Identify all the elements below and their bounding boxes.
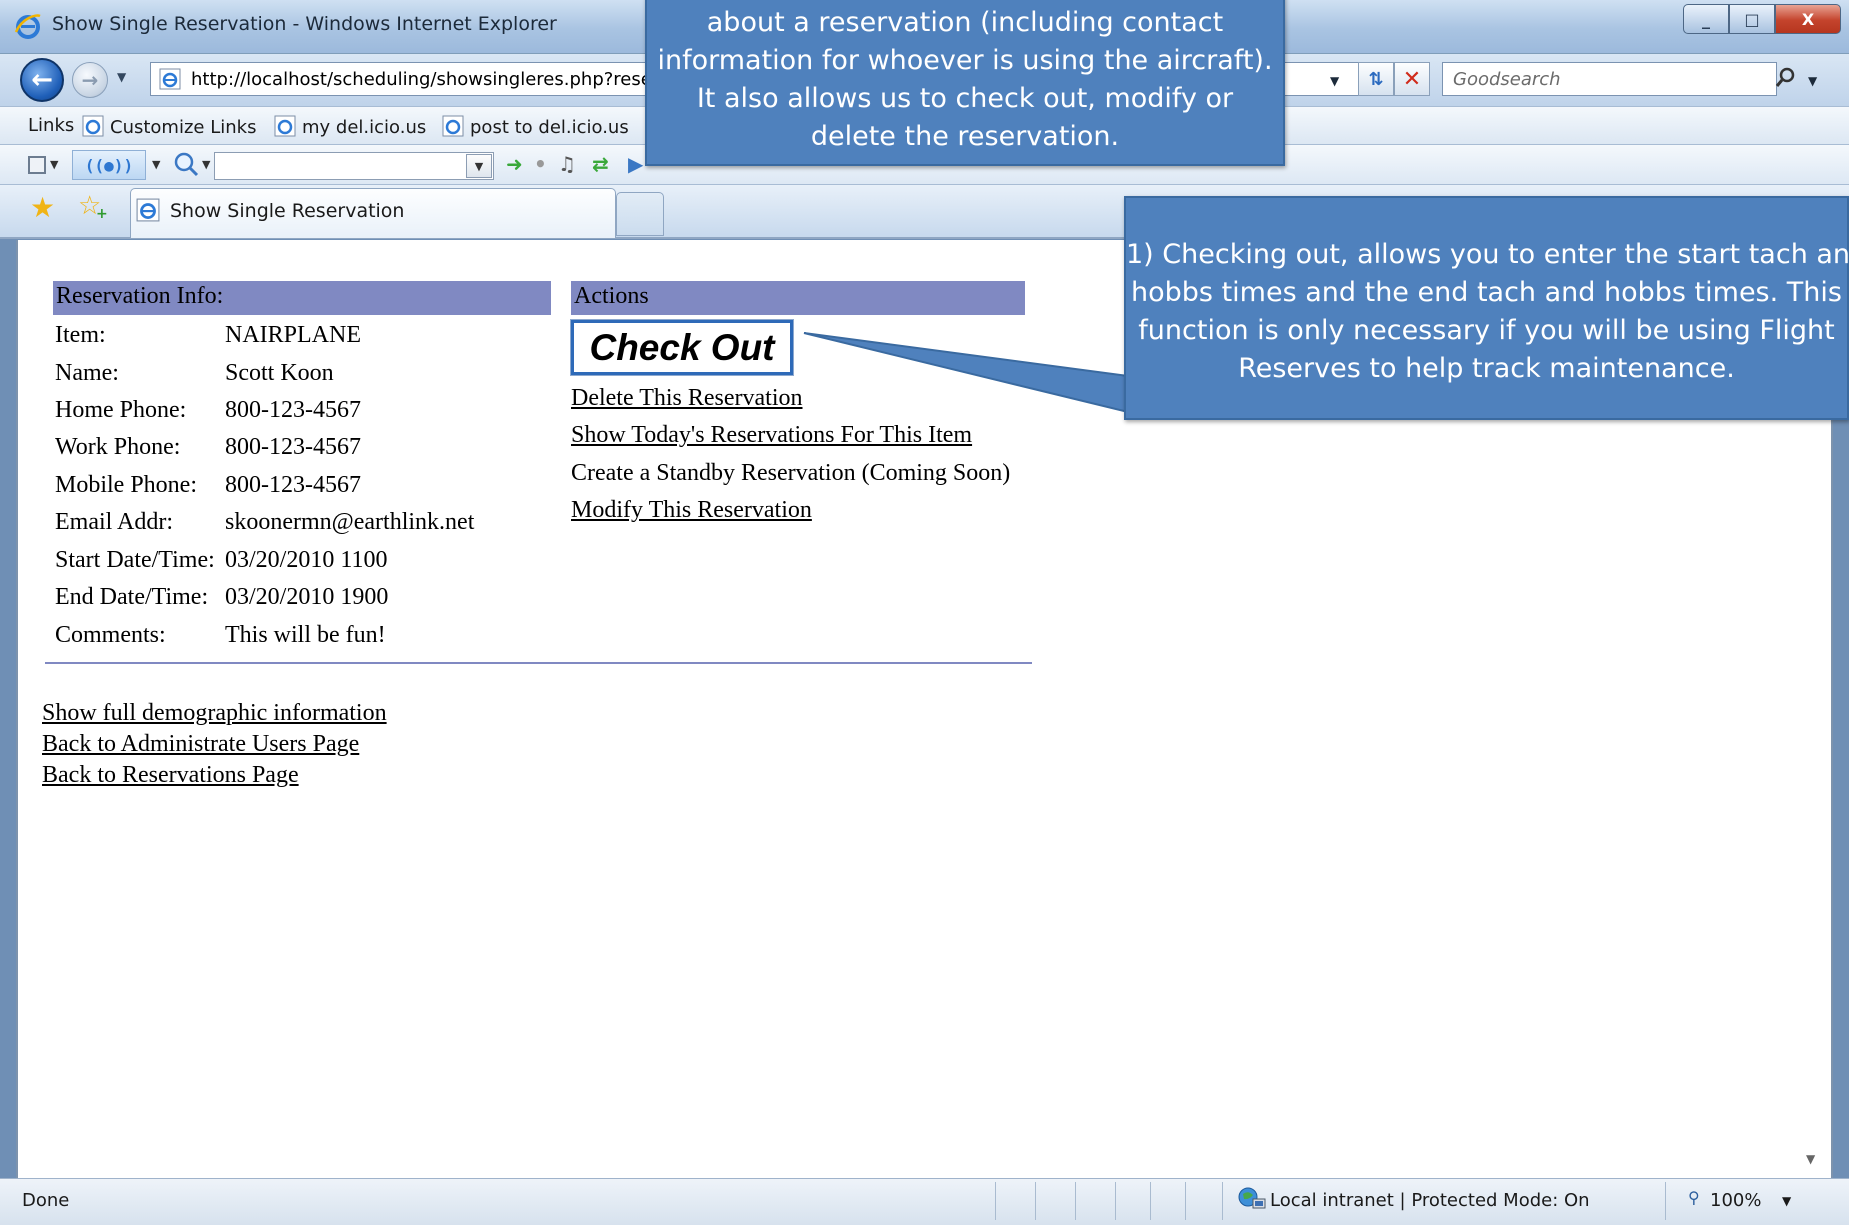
grid-dropdown-icon[interactable]: ▼ bbox=[50, 158, 58, 171]
search-options-dropdown-icon[interactable]: ▼ bbox=[1808, 74, 1817, 88]
toolbar-combo-input[interactable] bbox=[214, 152, 494, 180]
grid-icon[interactable] bbox=[28, 156, 46, 174]
callout-right-annotation: 1) Checking out, allows you to enter the… bbox=[1124, 196, 1849, 420]
radio-toolbar-button[interactable]: ((●)) bbox=[72, 150, 146, 180]
field-label-work-phone: Work Phone: bbox=[55, 434, 181, 460]
ie-logo-icon bbox=[14, 14, 41, 39]
delete-reservation-link[interactable]: Delete This Reservation bbox=[571, 385, 803, 412]
link-my-delicious[interactable]: my del.icio.us bbox=[274, 115, 426, 138]
field-label-end-datetime: End Date/Time: bbox=[55, 584, 209, 610]
close-button[interactable]: X bbox=[1775, 4, 1841, 34]
window-controls: _ □ X bbox=[1683, 4, 1841, 34]
show-demographic-link[interactable]: Show full demographic information bbox=[42, 700, 387, 727]
status-separator bbox=[995, 1182, 996, 1220]
status-text: Done bbox=[22, 1190, 70, 1211]
status-separator bbox=[1150, 1182, 1151, 1220]
zoom-icon[interactable]: ⚲ bbox=[1688, 1188, 1700, 1207]
field-label-email: Email Addr: bbox=[55, 509, 173, 535]
show-todays-reservations-link[interactable]: Show Today's Reservations For This Item bbox=[571, 422, 972, 449]
callout-right-line: hobbs times and the end tach and hobbs t… bbox=[1131, 277, 1842, 308]
magnifier-icon[interactable] bbox=[172, 150, 200, 178]
callout-top-line: delete the reservation. bbox=[810, 121, 1120, 152]
field-value-item: NAIRPLANE bbox=[225, 322, 361, 348]
stop-button[interactable]: ✕ bbox=[1394, 62, 1430, 96]
reservation-info-header: Reservation Info: bbox=[53, 281, 551, 315]
minimize-button[interactable]: _ bbox=[1683, 4, 1729, 34]
link-post-to-delicious[interactable]: post to del.icio.us bbox=[442, 115, 629, 138]
callout-top-line: information for whoever is using the air… bbox=[657, 45, 1273, 76]
callout-right-line: Reserves to help track maintenance. bbox=[1238, 353, 1735, 384]
field-value-comments: This will be fun! bbox=[225, 622, 386, 648]
separator-icon: • bbox=[534, 152, 547, 176]
callout-top-line: about a reservation (including contact bbox=[706, 7, 1224, 38]
play-icon[interactable]: ▶ bbox=[628, 152, 643, 176]
section-divider bbox=[45, 662, 1032, 664]
ie-page-icon bbox=[274, 115, 296, 137]
shuffle-icon[interactable]: ⇄ bbox=[592, 152, 609, 176]
local-intranet-icon bbox=[1238, 1187, 1266, 1209]
field-value-start-datetime: 03/20/2010 1100 bbox=[225, 547, 388, 573]
search-input[interactable]: Goodsearch bbox=[1442, 62, 1777, 96]
status-separator bbox=[1115, 1182, 1116, 1220]
field-value-end-datetime: 03/20/2010 1900 bbox=[225, 584, 389, 610]
ie-page-icon bbox=[82, 115, 104, 137]
security-zone-text[interactable]: Local intranet | Protected Mode: On bbox=[1270, 1190, 1590, 1211]
status-separator bbox=[1075, 1182, 1076, 1220]
field-value-mobile-phone: 800-123-4567 bbox=[225, 472, 361, 498]
go-arrow-icon[interactable]: ➜ bbox=[506, 152, 523, 176]
callout-top-line: It also allows us to check out, modify o… bbox=[696, 83, 1234, 114]
recent-pages-dropdown-icon[interactable]: ▼ bbox=[117, 70, 126, 84]
magnifier-dropdown-icon[interactable]: ▼ bbox=[202, 158, 210, 171]
window-title: Show Single Reservation - Windows Intern… bbox=[52, 13, 557, 35]
callout-right-line: 1) Checking out, allows you to enter the… bbox=[1126, 239, 1849, 270]
radio-dropdown-icon[interactable]: ▼ bbox=[152, 158, 160, 171]
status-separator bbox=[1035, 1182, 1036, 1220]
zoom-level[interactable]: 100% bbox=[1710, 1190, 1761, 1211]
music-icon[interactable]: ♫ bbox=[558, 152, 576, 176]
search-icon[interactable] bbox=[1772, 64, 1798, 94]
field-value-work-phone: 800-123-4567 bbox=[225, 434, 361, 460]
zoom-dropdown-icon[interactable]: ▼ bbox=[1782, 1194, 1791, 1208]
favorites-star-icon[interactable]: ★ bbox=[30, 191, 55, 224]
status-separator bbox=[1665, 1182, 1666, 1220]
field-value-email: skoonermn@earthlink.net bbox=[225, 509, 475, 535]
maximize-button[interactable]: □ bbox=[1729, 4, 1775, 34]
field-label-home-phone: Home Phone: bbox=[55, 397, 187, 423]
modify-reservation-link[interactable]: Modify This Reservation bbox=[571, 497, 812, 524]
field-label-name: Name: bbox=[55, 360, 119, 386]
status-separator bbox=[1185, 1182, 1186, 1220]
add-plus-icon: + bbox=[96, 206, 108, 222]
scroll-down-icon[interactable]: ▼ bbox=[1806, 1152, 1815, 1166]
refresh-button[interactable]: ⇅ bbox=[1358, 62, 1394, 96]
combo-dropdown-icon[interactable]: ▼ bbox=[466, 154, 492, 178]
field-value-name: Scott Koon bbox=[225, 360, 334, 386]
tab-label: Show Single Reservation bbox=[170, 200, 405, 222]
create-standby-reservation-text: Create a Standby Reservation (Coming Soo… bbox=[571, 460, 1011, 486]
actions-header: Actions bbox=[571, 281, 1025, 315]
links-label: Links bbox=[28, 115, 75, 136]
ie-page-icon bbox=[442, 115, 464, 137]
field-value-home-phone: 800-123-4567 bbox=[225, 397, 361, 423]
new-tab-button[interactable] bbox=[616, 192, 664, 236]
field-label-item: Item: bbox=[55, 322, 106, 348]
ie-page-icon bbox=[136, 198, 160, 222]
back-button[interactable]: ← bbox=[20, 58, 64, 102]
callout-right-line: function is only necessary if you will b… bbox=[1138, 315, 1835, 346]
link-customize-links[interactable]: Customize Links bbox=[82, 115, 256, 138]
address-dropdown-icon[interactable]: ▼ bbox=[1330, 74, 1339, 88]
field-label-start-datetime: Start Date/Time: bbox=[55, 547, 215, 573]
back-to-reservations-link[interactable]: Back to Reservations Page bbox=[42, 762, 299, 789]
check-out-button[interactable]: Check Out bbox=[570, 319, 794, 376]
address-text[interactable]: http://localhost/scheduling/showsinglere… bbox=[191, 69, 659, 90]
field-label-mobile-phone: Mobile Phone: bbox=[55, 472, 197, 498]
status-separator bbox=[1222, 1182, 1223, 1220]
field-label-comments: Comments: bbox=[55, 622, 166, 648]
forward-button[interactable]: → bbox=[72, 62, 108, 98]
page-icon bbox=[159, 68, 181, 90]
callout-top-annotation: about a reservation (including contact i… bbox=[645, 0, 1285, 166]
back-to-administrate-users-link[interactable]: Back to Administrate Users Page bbox=[42, 731, 359, 758]
